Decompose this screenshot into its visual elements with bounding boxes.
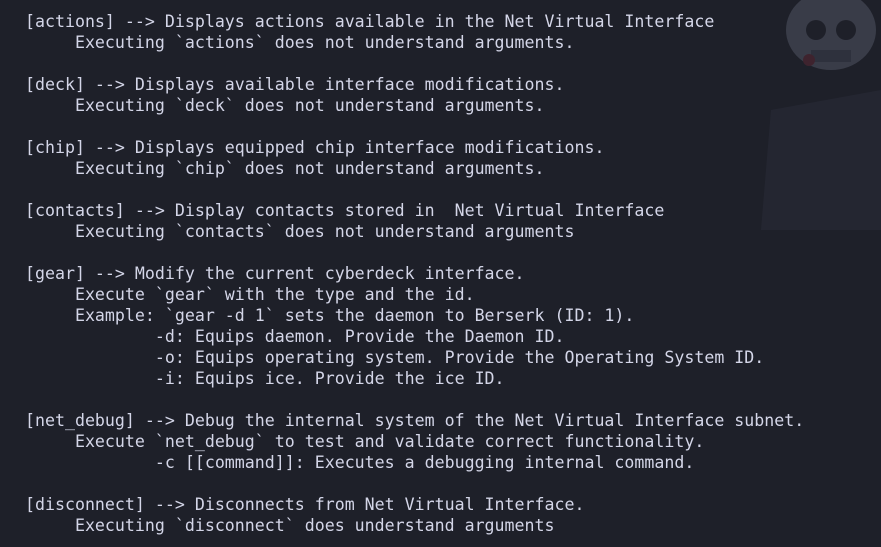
output-line: [deck] --> Displays available interface … <box>25 75 565 94</box>
output-line: Example: `gear -d 1` sets the daemon to … <box>25 306 635 325</box>
terminal-window[interactable]: [actions] --> Displays actions available… <box>0 0 881 547</box>
output-line: Executing `disconnect` does understand a… <box>25 516 555 535</box>
output-line: Executing `deck` does not understand arg… <box>25 96 545 115</box>
output-line: Executing `chip` does not understand arg… <box>25 159 545 178</box>
output-line: [net_debug] --> Debug the internal syste… <box>25 411 805 430</box>
output-line: Executing `actions` does not understand … <box>25 33 575 52</box>
output-line: [contacts] --> Display contacts stored i… <box>25 201 665 220</box>
output-line: Execute `gear` with the type and the id. <box>25 285 475 304</box>
output-line: Execute `net_debug` to test and validate… <box>25 432 705 451</box>
terminal-output: [actions] --> Displays actions available… <box>25 11 804 536</box>
output-line: -c [[command]]: Executes a debugging int… <box>25 453 695 472</box>
output-line: -d: Equips daemon. Provide the Daemon ID… <box>25 327 565 346</box>
output-line: -o: Equips operating system. Provide the… <box>25 348 765 367</box>
output-line: Executing `contacts` does not understand… <box>25 222 575 241</box>
output-line: [gear] --> Modify the current cyberdeck … <box>25 264 525 283</box>
output-line: [disconnect] --> Disconnects from Net Vi… <box>25 495 585 514</box>
output-line: [chip] --> Displays equipped chip interf… <box>25 138 605 157</box>
output-line: -i: Equips ice. Provide the ice ID. <box>25 369 505 388</box>
output-line: [actions] --> Displays actions available… <box>25 12 715 31</box>
